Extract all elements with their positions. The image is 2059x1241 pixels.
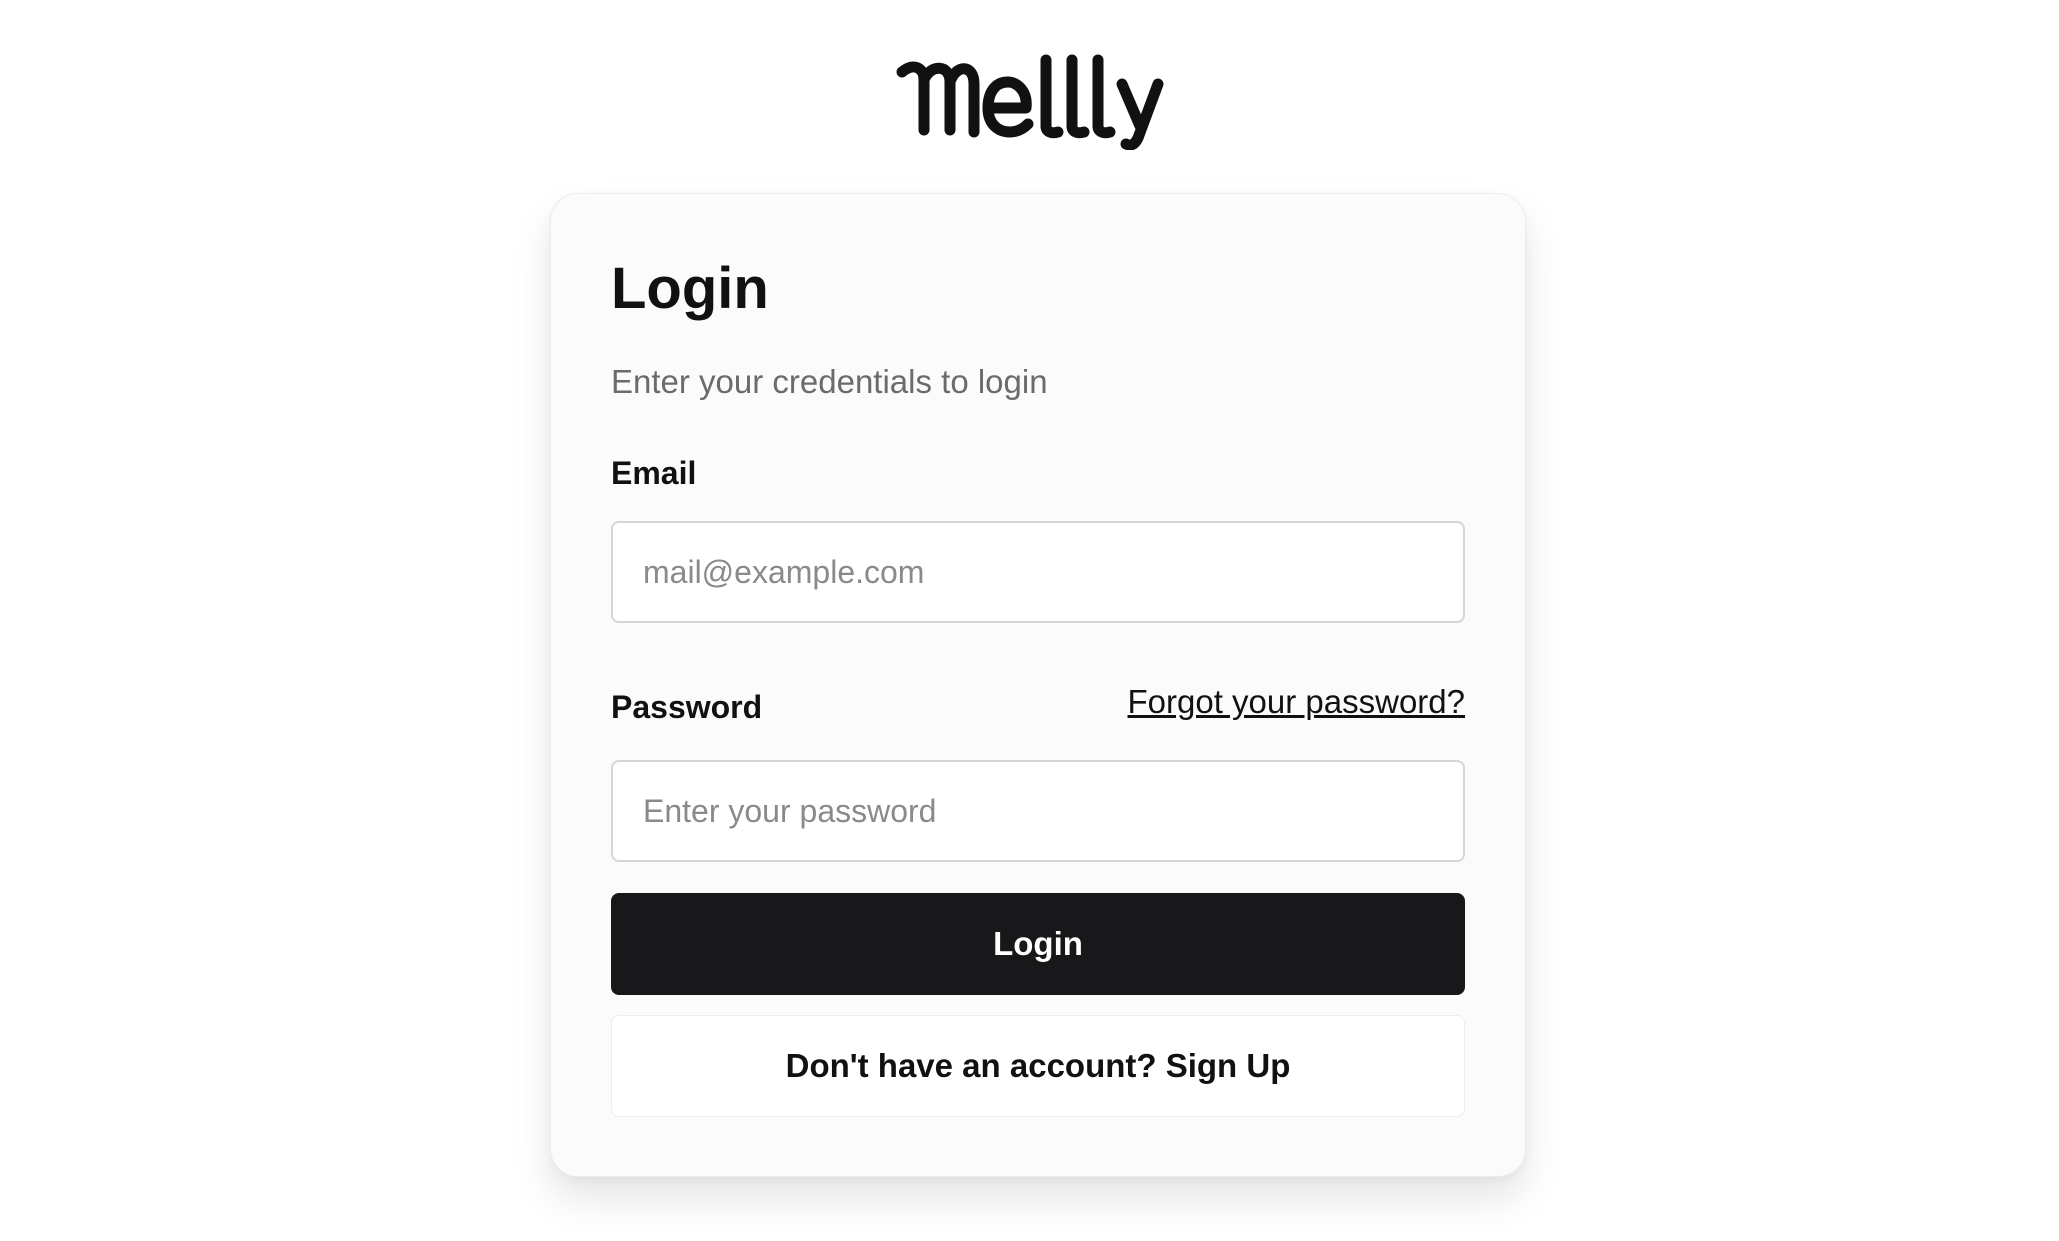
email-label: Email	[611, 455, 697, 491]
brand-logo	[0, 54, 2059, 150]
login-button[interactable]: Login	[611, 893, 1465, 995]
email-field[interactable]	[611, 521, 1465, 623]
signup-button[interactable]: Don't have an account? Sign Up	[611, 1015, 1465, 1117]
login-title: Login	[611, 256, 769, 321]
login-card: Login Enter your credentials to login Em…	[550, 193, 1526, 1177]
forgot-password-link[interactable]: Forgot your password?	[1128, 682, 1466, 722]
login-subtitle: Enter your credentials to login	[611, 363, 1048, 400]
password-field[interactable]	[611, 760, 1465, 862]
password-label: Password	[611, 689, 763, 725]
login-page: Login Enter your credentials to login Em…	[0, 0, 2059, 1241]
mellly-logo-mark	[896, 54, 1163, 150]
